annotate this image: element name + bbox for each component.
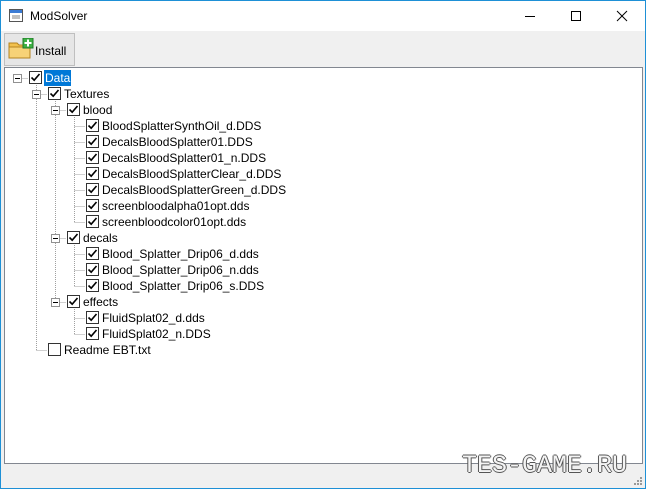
install-label: Install — [35, 44, 67, 58]
checkbox[interactable] — [86, 215, 99, 228]
tree-node-label: DecalsBloodSplatterClear_d.DDS — [102, 167, 282, 181]
checkbox[interactable] — [86, 183, 99, 196]
tree-node-label: blood — [83, 103, 113, 117]
tree-node-label: Data — [44, 70, 72, 86]
checkbox[interactable] — [67, 231, 80, 244]
checkbox[interactable] — [86, 199, 99, 212]
checkbox[interactable] — [86, 279, 99, 292]
minimize-icon — [525, 16, 535, 17]
checkmark-icon — [87, 201, 98, 210]
window-title: ModSolver — [30, 9, 88, 23]
tree-node-label: BloodSplatterSynthOil_d.DDS — [102, 119, 262, 133]
checkmark-icon — [87, 265, 98, 274]
checkbox[interactable] — [86, 311, 99, 324]
checkmark-icon — [87, 217, 98, 226]
tree-node-label: Blood_Splatter_Drip06_s.DDS — [102, 279, 265, 293]
collapse-toggle-icon[interactable] — [51, 234, 60, 243]
toolbar: Install — [1, 31, 645, 67]
tree-node-label: effects — [83, 295, 119, 309]
checkbox[interactable] — [86, 263, 99, 276]
checkmark-icon — [87, 137, 98, 146]
tree-node-label: DecalsBloodSplatter01_n.DDS — [102, 151, 267, 165]
resize-grip-icon[interactable] — [633, 476, 643, 486]
install-button[interactable]: Install — [4, 33, 75, 66]
checkmark-icon — [68, 105, 79, 114]
checkbox[interactable] — [86, 151, 99, 164]
tree-node-label: Blood_Splatter_Drip06_d.dds — [102, 247, 259, 261]
checkbox[interactable] — [29, 71, 42, 84]
tree-node-label: Readme EBT.txt — [64, 343, 151, 357]
checkbox[interactable] — [48, 343, 61, 356]
app-icon — [9, 9, 23, 22]
checkmark-icon — [87, 185, 98, 194]
folder-add-icon — [8, 38, 34, 59]
tree-node-label: FluidSplat02_d.dds — [102, 311, 205, 325]
maximize-icon — [571, 11, 581, 21]
tree-node-label: DecalsBloodSplatterGreen_d.DDS — [102, 183, 287, 197]
checkmark-icon — [87, 281, 98, 290]
checkmark-icon — [68, 233, 79, 242]
title-bar[interactable]: ModSolver — [1, 1, 645, 31]
collapse-toggle-icon[interactable] — [32, 90, 41, 99]
minimize-button[interactable] — [507, 1, 553, 31]
tree-node-label: FluidSplat02_n.DDS — [102, 327, 211, 341]
checkbox[interactable] — [67, 103, 80, 116]
close-button[interactable] — [599, 1, 645, 31]
checkbox[interactable] — [86, 247, 99, 260]
maximize-button[interactable] — [553, 1, 599, 31]
collapse-toggle-icon[interactable] — [51, 298, 60, 307]
checkmark-icon — [87, 121, 98, 130]
status-bar: TES-GAME.RU — [1, 451, 645, 488]
checkbox[interactable] — [86, 119, 99, 132]
checkbox[interactable] — [86, 135, 99, 148]
checkmark-icon — [87, 313, 98, 322]
tree-node-label: screenbloodcolor01opt.dds — [102, 215, 247, 229]
checkmark-icon — [87, 249, 98, 258]
checkmark-icon — [87, 169, 98, 178]
app-window: ModSolver Install Data Textures blood Blood… — [0, 0, 646, 489]
tree-node-label: screenbloodalpha01opt.dds — [102, 199, 250, 213]
tree-node-label: decals — [83, 231, 118, 245]
checkbox[interactable] — [86, 327, 99, 340]
tree-node-label: DecalsBloodSplatter01.DDS — [102, 135, 253, 149]
collapse-toggle-icon[interactable] — [51, 106, 60, 115]
tree-node-label: Textures — [64, 87, 110, 101]
checkmark-icon — [87, 153, 98, 162]
close-icon — [616, 10, 628, 22]
file-tree[interactable]: Data Textures blood BloodSplatterSynthOil_d… — [4, 67, 643, 464]
checkbox[interactable] — [67, 295, 80, 308]
watermark: TES-GAME.RU — [461, 451, 627, 480]
checkmark-icon — [68, 297, 79, 306]
checkmark-icon — [87, 329, 98, 338]
collapse-toggle-icon[interactable] — [13, 74, 22, 83]
checkmark-icon — [49, 89, 60, 98]
tree-node-label: Blood_Splatter_Drip06_n.dds — [102, 263, 259, 277]
checkbox[interactable] — [86, 167, 99, 180]
checkbox[interactable] — [48, 87, 61, 100]
checkmark-icon — [30, 73, 41, 82]
